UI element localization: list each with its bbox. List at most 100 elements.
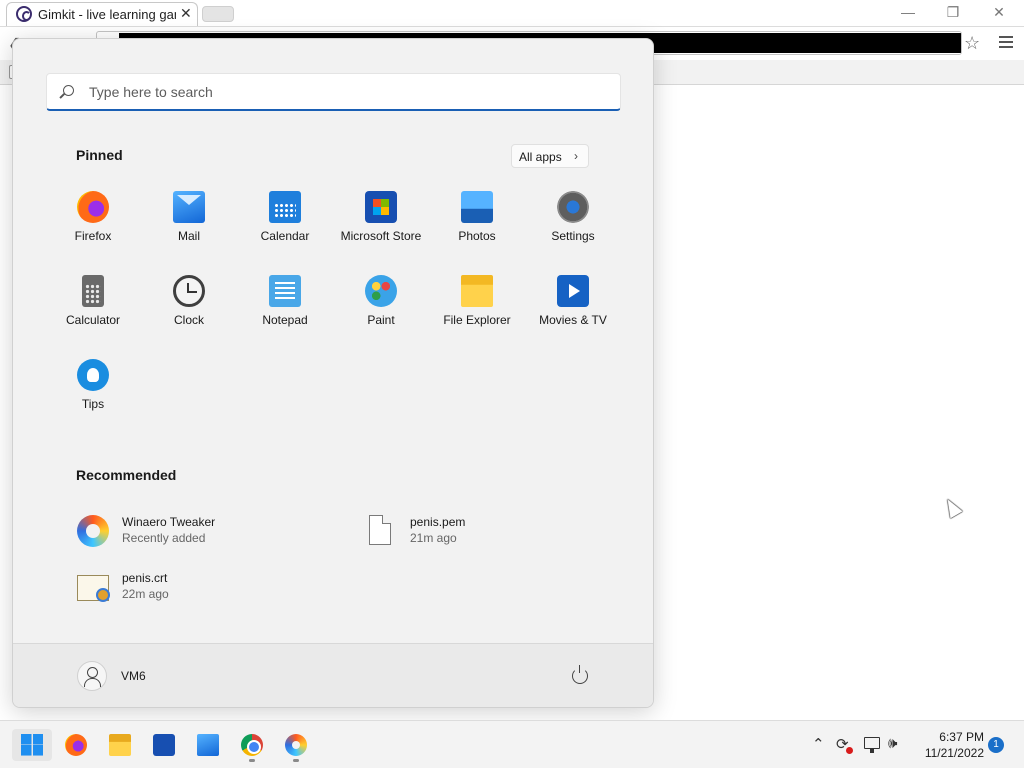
file-explorer-icon — [461, 275, 493, 307]
running-indicator — [249, 759, 255, 762]
recommended-item-penis-crt[interactable]: penis.crt 22m ago — [77, 567, 337, 611]
certificate-icon — [77, 575, 110, 602]
recommended-item-name: penis.pem — [410, 515, 466, 529]
calculator-icon — [82, 275, 104, 307]
volume-icon[interactable]: 🕪 — [888, 735, 897, 752]
network-icon[interactable] — [864, 737, 880, 753]
store-icon — [153, 734, 175, 756]
clock-date[interactable]: 11/21/2022 — [914, 746, 984, 760]
tab-close-icon[interactable]: ✕ — [180, 5, 192, 22]
pinned-app-label: Notepad — [262, 313, 308, 327]
pinned-app-settings[interactable]: Settings — [525, 189, 621, 273]
pinned-apps-grid: Firefox Mail Calendar Microsoft Store Ph… — [45, 189, 621, 441]
gimkit-favicon-icon — [16, 6, 32, 22]
pinned-app-label: Paint — [367, 313, 395, 327]
chrome-icon — [241, 734, 263, 756]
chevron-right-icon: › — [574, 149, 578, 163]
recommended-item-subtitle: Recently added — [122, 531, 206, 545]
recommended-item-name: Winaero Tweaker — [122, 515, 216, 529]
store-icon — [365, 191, 397, 223]
taskbar-microsoft-store[interactable] — [144, 729, 184, 761]
user-name[interactable]: VM6 — [121, 669, 146, 683]
recommended-item-subtitle: 22m ago — [122, 587, 169, 601]
pinned-app-label: Firefox — [74, 229, 112, 243]
search-placeholder: Type here to search — [89, 84, 213, 100]
pinned-app-file-explorer[interactable]: File Explorer — [429, 273, 525, 357]
pinned-app-mail[interactable]: Mail — [141, 189, 237, 273]
recommended-item-winaero-tweaker[interactable]: Winaero Tweaker Recently added — [77, 511, 337, 555]
window-restore-button[interactable]: ❐ — [945, 4, 961, 21]
photos-icon — [461, 191, 493, 223]
mouse-cursor-icon — [941, 495, 963, 519]
sync-alert-dot — [846, 747, 853, 754]
pinned-app-firefox[interactable]: Firefox — [45, 189, 141, 273]
pinned-app-label: Calendar — [260, 229, 310, 243]
chevron-up-icon[interactable]: ⌃ — [812, 735, 825, 753]
user-avatar-icon[interactable] — [77, 661, 107, 691]
pinned-app-label: Clock — [173, 313, 204, 327]
recommended-item-name: penis.crt — [122, 571, 168, 585]
start-icon — [21, 734, 43, 756]
pinned-app-label: Movies & TV — [539, 313, 607, 327]
search-icon — [63, 85, 74, 96]
clock-icon — [173, 275, 205, 307]
taskbar-chrome[interactable] — [232, 729, 272, 762]
pinned-app-photos[interactable]: Photos — [429, 189, 525, 273]
pinned-app-label: Mail — [177, 229, 200, 243]
mail-icon — [197, 734, 219, 756]
file-explorer-icon — [109, 734, 131, 756]
pinned-app-clock[interactable]: Clock — [141, 273, 237, 357]
all-apps-label: All apps — [519, 150, 562, 164]
browser-titlebar: Gimkit - live learning game ✕ — ❐ ✕ — [0, 0, 1024, 26]
start-search-input[interactable]: Type here to search — [46, 73, 621, 111]
pinned-app-label: Calculator — [65, 313, 121, 327]
firefox-icon — [65, 734, 87, 756]
pinned-app-label: Settings — [551, 229, 595, 243]
taskbar-firefox[interactable] — [56, 729, 96, 761]
taskbar-start-button[interactable] — [12, 729, 52, 761]
taskbar-winaero-tweaker[interactable] — [276, 729, 316, 762]
pinned-app-label: File Explorer — [443, 313, 511, 327]
pinned-app-label: Microsoft Store — [340, 229, 422, 243]
movies-icon — [557, 275, 589, 307]
recommended-item-penis-pem[interactable]: penis.pem 21m ago — [365, 511, 625, 555]
taskbar-mail[interactable] — [188, 729, 228, 761]
tab-title: Gimkit - live learning game — [38, 7, 176, 22]
pinned-app-tips[interactable]: Tips — [45, 357, 141, 441]
file-icon — [369, 515, 391, 545]
recommended-item-subtitle: 21m ago — [410, 531, 457, 545]
power-icon[interactable] — [572, 665, 588, 684]
clock-time[interactable]: 6:37 PM — [914, 730, 984, 744]
window-close-button[interactable]: ✕ — [991, 4, 1007, 21]
browser-menu-icon[interactable] — [999, 36, 1013, 51]
start-menu: Type here to search Pinned All apps › Fi… — [12, 38, 654, 708]
pinned-app-paint[interactable]: Paint — [333, 273, 429, 357]
tips-icon — [77, 359, 109, 391]
pinned-heading: Pinned — [76, 147, 123, 163]
all-apps-button[interactable]: All apps › — [511, 144, 589, 168]
winaero-icon — [77, 515, 109, 547]
pinned-app-notepad[interactable]: Notepad — [237, 273, 333, 357]
start-menu-footer: VM6 — [13, 643, 653, 707]
pinned-app-movies-tv[interactable]: Movies & TV — [525, 273, 621, 357]
winaero-icon — [285, 734, 307, 756]
recommended-heading: Recommended — [76, 467, 177, 483]
bookmark-star-icon[interactable]: ☆ — [964, 33, 980, 54]
pinned-app-microsoft-store[interactable]: Microsoft Store — [333, 189, 429, 273]
new-tab-button[interactable] — [202, 6, 234, 22]
pinned-app-label: Photos — [458, 229, 496, 243]
firefox-icon — [77, 191, 109, 223]
calendar-icon — [269, 191, 301, 223]
paint-icon — [365, 275, 397, 307]
mail-icon — [173, 191, 205, 223]
settings-icon — [557, 191, 589, 223]
notepad-icon — [269, 275, 301, 307]
pinned-app-calculator[interactable]: Calculator — [45, 273, 141, 357]
window-minimize-button[interactable]: — — [900, 4, 916, 20]
browser-tab-gimkit[interactable]: Gimkit - live learning game ✕ — [6, 2, 198, 26]
notification-badge[interactable]: 1 — [988, 737, 1004, 753]
taskbar-file-explorer[interactable] — [100, 729, 140, 761]
pinned-app-calendar[interactable]: Calendar — [237, 189, 333, 273]
running-indicator — [293, 759, 299, 762]
taskbar: ⌃ ⟳ 🕪 6:37 PM 11/21/2022 1 — [0, 720, 1024, 768]
